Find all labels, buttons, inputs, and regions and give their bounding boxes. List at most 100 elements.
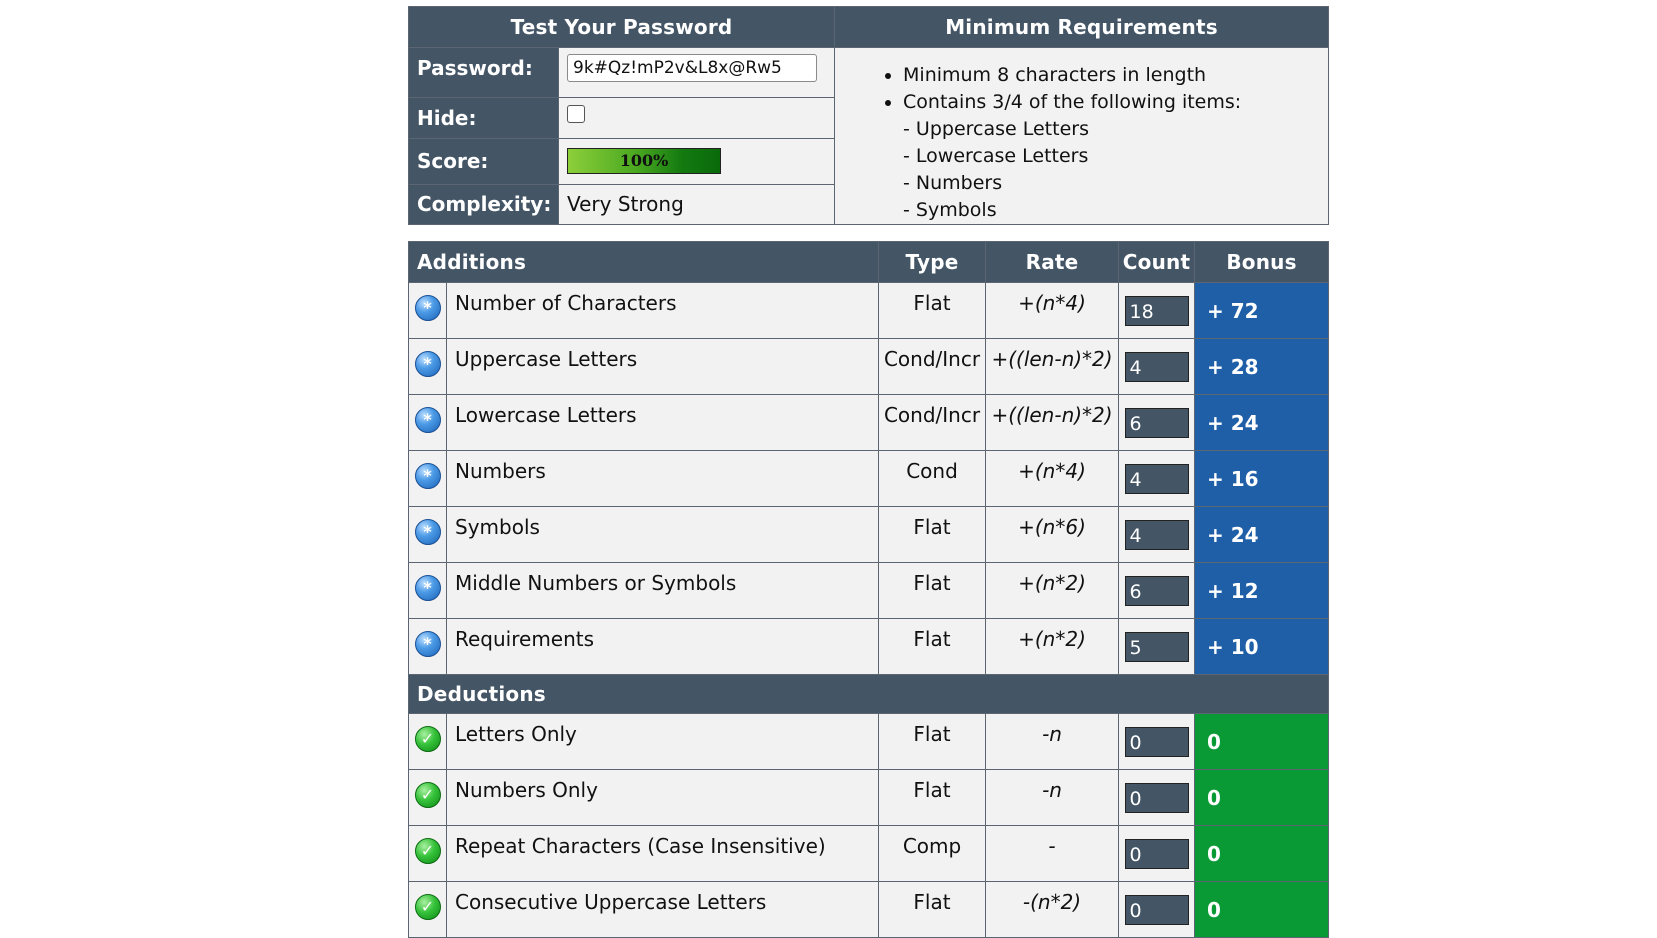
row-icon-cell: * — [408, 282, 447, 339]
row-rate: +(n*6) — [985, 506, 1120, 563]
row-name: Numbers Only — [445, 769, 880, 826]
row-rate: -(n*2) — [985, 881, 1120, 938]
row-type: Cond/Incr — [878, 338, 987, 395]
row-icon-cell: * — [408, 394, 447, 451]
rate-header: Rate — [985, 241, 1120, 283]
row-type: Cond/Incr — [878, 394, 987, 451]
row-count: 4 — [1124, 463, 1189, 494]
requirement-item: Minimum 8 characters in length — [903, 62, 1328, 89]
row-count: 4 — [1124, 519, 1189, 550]
deduction-row: ✓ Letters Only Flat -n 0 0 — [408, 713, 1330, 770]
plus-bubble-icon: * — [414, 463, 441, 489]
plus-bubble-icon: * — [414, 519, 441, 545]
type-header: Type — [878, 241, 987, 283]
row-count: 0 — [1124, 726, 1189, 757]
row-count-cell: 4 — [1118, 450, 1196, 507]
row-count: 0 — [1124, 782, 1189, 813]
deduction-row: ✓ Numbers Only Flat -n 0 0 — [408, 769, 1330, 826]
row-count-cell: 18 — [1118, 282, 1196, 339]
row-bonus: + 24 — [1194, 394, 1330, 451]
check-circle-icon: ✓ — [414, 894, 441, 920]
row-bonus: + 28 — [1194, 338, 1330, 395]
row-name: Number of Characters — [445, 282, 880, 339]
plus-bubble-icon: * — [414, 295, 441, 321]
row-name: Letters Only — [445, 713, 880, 770]
row-type: Flat — [878, 506, 987, 563]
row-type: Flat — [878, 713, 987, 770]
scoring-table: Additions Type Rate Count Bonus * Number … — [407, 241, 1330, 938]
row-count: 4 — [1124, 351, 1189, 382]
row-count: 0 — [1124, 838, 1189, 869]
row-icon-cell: ✓ — [408, 713, 447, 770]
row-count-cell: 0 — [1118, 769, 1196, 826]
row-type: Flat — [878, 562, 987, 619]
requirement-subitem: - Numbers — [903, 172, 1003, 194]
row-rate: +(n*4) — [985, 282, 1120, 339]
row-name: Uppercase Letters — [445, 338, 880, 395]
deductions-header: Deductions — [407, 674, 1330, 714]
row-count-cell: 0 — [1118, 713, 1196, 770]
row-rate: +((len-n)*2) — [985, 338, 1120, 395]
addition-row: * Lowercase Letters Cond/Incr +((len-n)*2) 6… — [408, 394, 1330, 451]
row-count: 0 — [1124, 894, 1189, 925]
row-icon-cell: ✓ — [408, 825, 447, 882]
password-input[interactable] — [567, 54, 817, 82]
row-icon-cell: * — [408, 450, 447, 507]
addition-row: * Number of Characters Flat +(n*4) 18 + 72 — [408, 282, 1330, 339]
row-name: Middle Numbers or Symbols — [445, 562, 880, 619]
requirement-subitem: - Lowercase Letters — [903, 145, 1089, 167]
row-bonus: + 16 — [1194, 450, 1330, 507]
row-name: Numbers — [445, 450, 880, 507]
row-type: Flat — [878, 881, 987, 938]
row-count: 18 — [1124, 295, 1189, 326]
deduction-row: ✓ Repeat Characters (Case Insensitive) Com… — [408, 825, 1330, 882]
row-rate: - — [985, 825, 1120, 882]
row-count-cell: 0 — [1118, 825, 1196, 882]
test-password-title: Test Your Password — [407, 6, 836, 48]
row-icon-cell: ✓ — [408, 769, 447, 826]
check-circle-icon: ✓ — [414, 838, 441, 864]
row-count-cell: 6 — [1118, 562, 1196, 619]
row-icon-cell: * — [408, 338, 447, 395]
row-name: Repeat Characters (Case Insensitive) — [445, 825, 880, 882]
complexity-label: Complexity: — [408, 183, 559, 226]
row-bonus: + 24 — [1194, 506, 1330, 563]
requirement-subitem: - Symbols — [903, 199, 997, 221]
requirement-subitem: - Uppercase Letters — [903, 118, 1089, 140]
row-bonus: + 12 — [1194, 562, 1330, 619]
hide-checkbox[interactable] — [567, 105, 585, 124]
row-type: Flat — [878, 769, 987, 826]
row-count: 5 — [1124, 631, 1189, 662]
row-bonus: 0 — [1194, 713, 1330, 770]
row-rate: +((len-n)*2) — [985, 394, 1120, 451]
row-name: Symbols — [445, 506, 880, 563]
password-checker: Test Your Password Minimum Requirements … — [407, 6, 1330, 938]
row-count-cell: 4 — [1118, 506, 1196, 563]
plus-bubble-icon: * — [414, 351, 441, 377]
row-name: Consecutive Uppercase Letters — [445, 881, 880, 938]
row-type: Flat — [878, 618, 987, 675]
row-count-cell: 5 — [1118, 618, 1196, 675]
deduction-row: ✓ Consecutive Uppercase Letters Flat -(n*2)… — [408, 881, 1330, 938]
row-count: 6 — [1124, 407, 1189, 438]
check-circle-icon: ✓ — [414, 782, 441, 808]
row-name: Lowercase Letters — [445, 394, 880, 451]
row-rate: +(n*2) — [985, 618, 1120, 675]
row-type: Comp — [878, 825, 987, 882]
password-label: Password: — [408, 46, 559, 99]
score-text: 100% — [619, 151, 669, 171]
row-icon-cell: * — [408, 562, 447, 619]
row-bonus: 0 — [1194, 881, 1330, 938]
plus-bubble-icon: * — [414, 407, 441, 433]
row-rate: +(n*4) — [985, 450, 1120, 507]
hide-label: Hide: — [408, 97, 559, 139]
row-count-cell: 0 — [1118, 881, 1196, 938]
requirements-list: Minimum 8 characters in length Contains … — [834, 47, 1330, 225]
row-rate: -n — [985, 713, 1120, 770]
row-icon-cell: ✓ — [408, 881, 447, 938]
row-bonus: + 10 — [1194, 618, 1330, 675]
row-count-cell: 6 — [1118, 394, 1196, 451]
count-header: Count — [1118, 241, 1196, 283]
row-icon-cell: * — [408, 506, 447, 563]
row-icon-cell: * — [408, 618, 447, 675]
